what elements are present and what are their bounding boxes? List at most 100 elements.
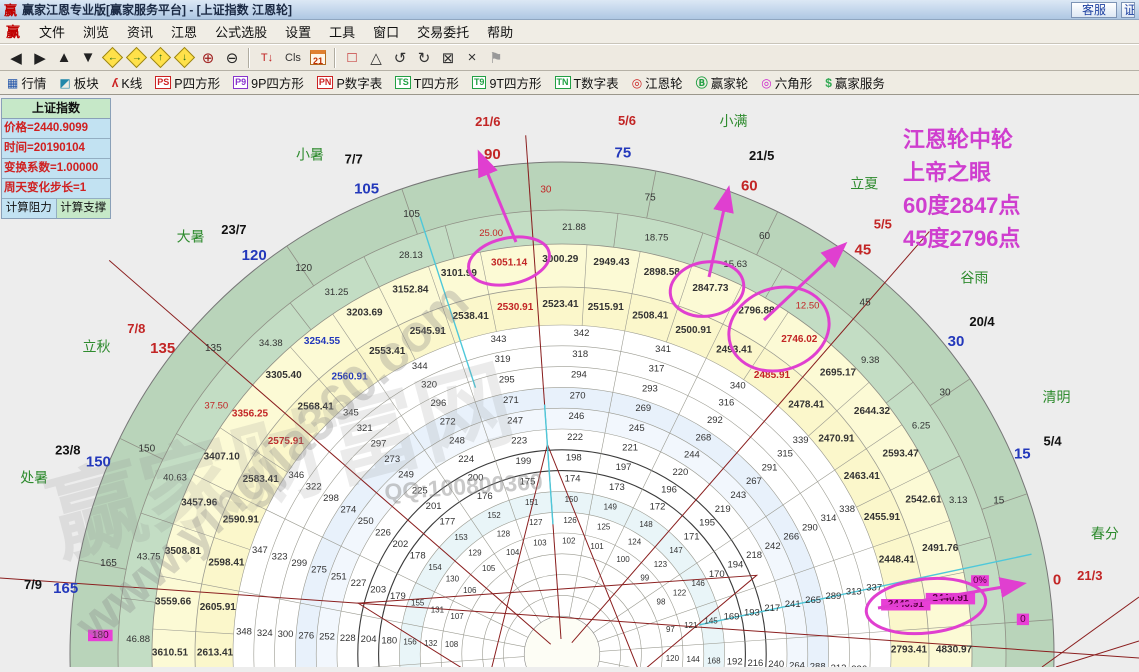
calc-resistance-button[interactable]: 计算阻力 [2,199,57,218]
menu-工具[interactable]: 工具 [320,23,364,42]
nav-back-icon[interactable]: ◀ [4,47,28,69]
wheel-value-label: 120 [295,263,312,274]
calendar-icon[interactable]: 21 [306,47,330,69]
wheel-value-label: 15 [1014,446,1031,463]
diamond-left-icon[interactable]: ← [100,46,124,69]
wheel-value-label: 314 [821,513,837,524]
calc-support-button[interactable]: 计算支撑 [56,199,110,218]
wheel-value-label: 小满 [720,113,748,129]
wheel-value-label: 198 [566,453,582,464]
winner-wheel-button[interactable]: Ⓑ 赢家轮 [694,72,751,93]
wheel-value-label: 317 [649,364,665,375]
zoom-out-icon[interactable]: ⊖ [220,47,244,69]
wheel-value-label: 146 [692,579,706,588]
wheel-value-label: 3254.55 [304,336,341,347]
menu-公式选股[interactable]: 公式选股 [206,23,276,42]
wheel-value-label: 23/7 [221,222,246,237]
wheel-value-label: 124 [628,537,642,546]
wheel-value-label: 268 [695,432,711,443]
diamond-down-icon[interactable]: ↓ [172,46,196,69]
t-table-button[interactable]: TN T数字表 [553,72,621,93]
rotate-ccw-icon[interactable]: ↺ [388,47,412,69]
menu-设置[interactable]: 设置 [276,23,320,42]
wheel-value-label: 立秋 [83,339,111,355]
dollar-icon: $ [825,75,832,90]
wheel-value-label: 春分 [1091,526,1119,542]
hexagon-button[interactable]: ◎ 六角形 [759,72,814,93]
quotes-button[interactable]: ▦ 行情 [5,72,48,93]
wheel-value-label: 318 [572,349,588,360]
nine-t-square-button[interactable]: T9 9T四方形 [470,72,544,93]
nine-p-square-button[interactable]: P9 9P四方形 [231,72,306,93]
sectors-button[interactable]: ◩ 板块 [57,72,100,93]
wheel-value-label: 2746.02 [781,334,818,345]
menu-资讯[interactable]: 资讯 [118,23,162,42]
toolbar-label: 板块 [73,77,99,91]
wheel-value-label: 222 [567,432,583,443]
wheel-value-label: 252 [319,632,335,643]
menu-文件[interactable]: 文件 [30,23,74,42]
wheel-value-label: 194 [727,560,743,571]
wheel-value-label: 98 [657,598,666,607]
kline-button[interactable]: ʎ K线 [110,72,145,93]
menu-交易委托[interactable]: 交易委托 [408,23,478,42]
wheel-value-label: 269 [635,403,651,414]
wheel-value-label: 289 [825,591,841,602]
wheel-value-label: 3051.14 [491,258,528,269]
t-square-button[interactable]: TS T四方形 [393,72,461,93]
wheel-value-label: 31.25 [325,287,349,298]
diamond-right-icon[interactable]: → [124,46,148,69]
wheel-value-label: 20/4 [969,314,995,329]
p-table-button[interactable]: PN P数字表 [315,72,384,93]
wheel-value-label: 172 [650,502,666,513]
wheel-value-label: 250 [358,516,374,527]
menu-帮助[interactable]: 帮助 [478,23,522,42]
wheel-value-label: 343 [491,334,507,345]
big-circle-icon: Ⓑ [695,76,708,90]
wheel-value-label: 154 [428,563,442,572]
rect-tool-icon[interactable]: □ [340,47,364,69]
nav-forward-icon[interactable]: ▶ [28,47,52,69]
wheel-value-label: 292 [707,415,723,426]
diamond-up-icon[interactable]: ↑ [148,46,172,69]
wheel-value-label: 0 [1053,571,1061,588]
menu-窗口[interactable]: 窗口 [364,23,408,42]
wheel-value-label: 101 [590,542,604,551]
rotate-cw-icon[interactable]: ↻ [412,47,436,69]
wheel-value-label: 265 [805,595,821,606]
clipped-edge-button[interactable]: 证 [1121,1,1135,18]
triangle-tool-icon[interactable]: △ [364,47,388,69]
menu-浏览[interactable]: 浏览 [74,23,118,42]
wheel-value-label: 293 [642,383,658,394]
customer-service-button[interactable]: 客服 [1070,1,1117,18]
toolbar-label: 行情 [21,77,47,91]
wheel-value-label: 300 [278,629,294,640]
menu-江恩[interactable]: 江恩 [162,23,206,42]
wheel-value-label: 75 [645,193,657,204]
t-arrow-icon[interactable]: T↓ [254,47,280,69]
arrow-up-icon[interactable]: ▲ [52,47,76,69]
winner-service-button[interactable]: $ 赢家服务 [823,72,887,93]
wheel-value-label: 126 [563,516,577,525]
wheel-value-label: 2448.41 [879,555,916,566]
wheel-value-label: 9.38 [861,355,880,366]
cross-icon[interactable]: × [460,47,484,69]
wheel-value-label: 2508.41 [632,310,669,321]
wheel-value-label: 135 [150,340,175,357]
box-x-icon[interactable]: ⊠ [436,47,460,69]
zoom-in-icon[interactable]: ⊕ [196,47,220,69]
flag-icon[interactable]: ⚑ [484,47,508,69]
arrow-down-icon[interactable]: ▼ [76,47,100,69]
info-row: 周天变化步长=1 [2,179,110,199]
wheel-value-label: 171 [684,531,700,542]
cls-button[interactable]: Cls [280,47,306,69]
wheel-value-label: 290 [802,522,818,533]
menu-items: 文件 浏览 资讯 江恩 公式选股 设置 工具 窗口 交易委托 帮助 [30,22,522,42]
p-square-button[interactable]: PS P四方形 [153,72,222,93]
wheel-value-label: 3203.69 [346,307,383,318]
wheel-value-label: 199 [515,456,531,467]
wheel-value-label: 0 [1020,614,1026,625]
badge-P9: P9 [233,76,249,89]
info-row: 价格=2440.9099 [2,119,110,139]
gann-wheel-button[interactable]: ◎ 江恩轮 [630,72,685,93]
